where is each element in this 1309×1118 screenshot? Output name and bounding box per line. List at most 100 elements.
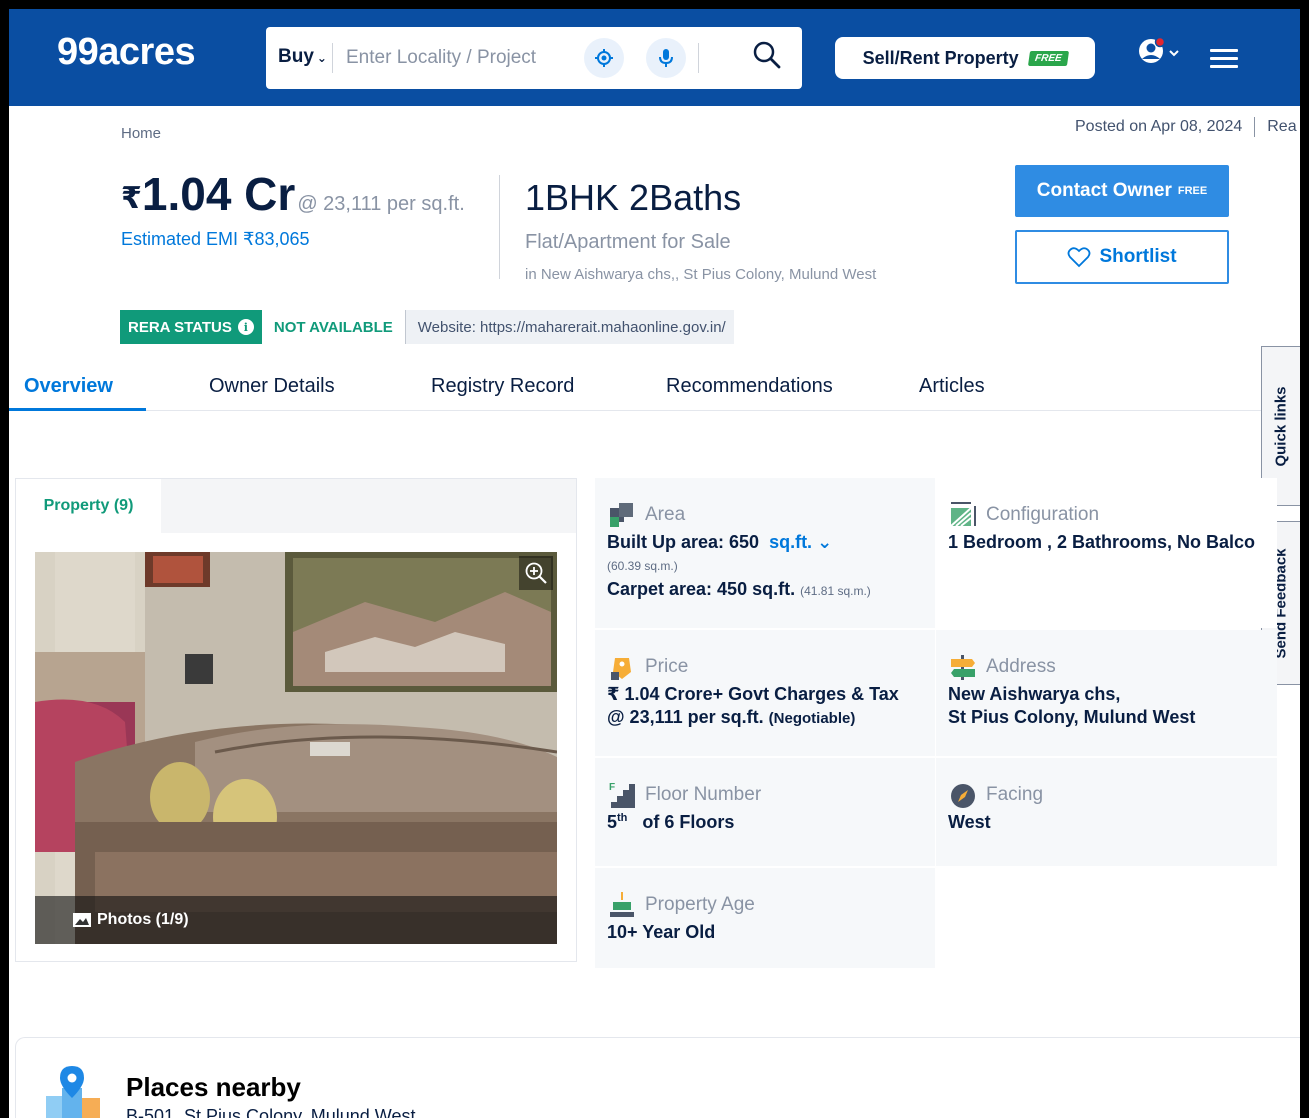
places-nearby-title: Places nearby (126, 1072, 301, 1102)
divider (499, 175, 500, 279)
search-icon (753, 41, 781, 69)
location-buildings-icon (46, 1066, 100, 1118)
voice-search-button[interactable] (646, 38, 686, 78)
facing-value: West (948, 812, 991, 832)
contact-owner-button[interactable]: Contact Owner FREE (1015, 165, 1229, 217)
tab-articles[interactable]: Articles (919, 375, 985, 398)
posted-date-text: Posted on Apr 08, 2024 (1075, 118, 1243, 136)
rera-status-label: RERA STATUS (128, 318, 232, 336)
chevron-down-icon: ⌄ (817, 532, 833, 552)
user-menu-button[interactable] (1137, 36, 1187, 77)
spec-property-age-title: Property Age (645, 894, 755, 915)
property-photo[interactable]: Photos (1/9) (35, 552, 557, 944)
zoom-button[interactable] (519, 556, 553, 590)
microphone-icon (659, 49, 673, 67)
tab-property-photos[interactable]: Property (9) (16, 479, 161, 533)
address-line-2: St Pius Colony, Mulund West (948, 707, 1196, 727)
free-badge: FREE (1177, 185, 1208, 197)
places-nearby-section: Places nearby B-501, St Pius Colony, Mul… (15, 1037, 1300, 1118)
locate-me-button[interactable] (584, 38, 624, 78)
top-navbar: 99acres Buy⌄ Sell/Rent Property FREE (9, 9, 1300, 106)
spec-address-label: Address (948, 652, 1277, 682)
spec-property-age-label: Property Age (607, 890, 935, 920)
quick-links-label: Quick links (1273, 385, 1291, 467)
rera-status-badge[interactable]: RERA STATUS i (120, 310, 262, 344)
spec-floor: F Floor Number 5th of 6 Floors (595, 758, 935, 866)
sell-rent-label: Sell/Rent Property (862, 47, 1019, 68)
compass-icon (951, 784, 975, 808)
listing-title: 1BHK 2Baths (525, 177, 742, 218)
contact-owner-label: Contact Owner (1036, 180, 1172, 201)
address-line-1: New Aishwarya chs, (948, 684, 1121, 704)
living-room-photo (35, 552, 557, 944)
spec-configuration-title: Configuration (986, 504, 1100, 525)
location-target-icon (595, 49, 613, 67)
spec-configuration-label: Configuration (948, 500, 1277, 530)
floor-stairs-icon: F (609, 782, 635, 808)
price-block: ₹1.04 Cr @ 23,111 per sq.ft. (121, 167, 465, 221)
spec-property-age: Property Age 10+ Year Old (595, 868, 935, 968)
user-avatar-icon (1139, 36, 1179, 63)
tab-recommendations[interactable]: Recommendations (666, 375, 833, 398)
shortlist-button[interactable]: Shortlist (1015, 230, 1229, 284)
photos-counter-bar[interactable]: Photos (1/9) (35, 896, 557, 944)
spec-area: Area Built Up area: 650 sq.ft. ⌄ (60.39 s… (595, 478, 935, 628)
spec-facing: Facing West (936, 758, 1277, 866)
search-type-dropdown[interactable]: Buy ⌄ (278, 46, 327, 68)
built-up-area-value: Built Up area: 650 (607, 532, 760, 552)
photos-counter: Photos (1/9) (97, 911, 189, 928)
photo-gallery: Property (9) Photos (1/9) (15, 478, 577, 962)
unit-label: sq.ft. (769, 532, 813, 552)
price-tag-icon (611, 658, 631, 680)
zoom-in-icon (525, 562, 547, 584)
page-frame: 99acres Buy⌄ Sell/Rent Property FREE (0, 0, 1309, 1118)
rera-website-link[interactable]: Website: https://maharerait.mahaonline.g… (406, 310, 734, 344)
gallery-tabs: Property (9) (16, 479, 576, 533)
search-input[interactable] (346, 41, 556, 75)
search-button[interactable] (752, 40, 782, 75)
tab-owner-details[interactable]: Owner Details (209, 375, 335, 398)
spec-floor-label: F Floor Number (607, 780, 935, 810)
info-icon: i (237, 319, 254, 335)
spec-price-title: Price (645, 656, 689, 677)
heart-icon (1068, 247, 1091, 268)
tab-overview[interactable]: Overview (24, 375, 113, 398)
rera-status-value: NOT AVAILABLE (261, 310, 406, 344)
built-up-area-sqm: (60.39 sq.m.) (607, 559, 678, 573)
configuration-icon (950, 502, 976, 527)
area-icon (610, 503, 633, 527)
spec-configuration: Configuration 1 Bedroom , 2 Bathrooms, N… (936, 478, 1277, 628)
search-type-label: Buy (278, 46, 314, 67)
posted-extra-link[interactable]: Rea (1267, 118, 1296, 135)
price-value: ₹ 1.04 Crore+ Govt Charges & Tax (607, 684, 899, 704)
divider (1254, 117, 1256, 137)
spec-area-title: Area (645, 504, 686, 525)
spec-facing-title: Facing (986, 784, 1044, 805)
property-type: Flat/Apartment for Sale (525, 231, 731, 253)
rera-strip: RERA STATUS i NOT AVAILABLE Website: http… (120, 310, 734, 344)
signpost-icon (951, 655, 975, 680)
configuration-value: 1 Bedroom , 2 Bathrooms, No Balco (948, 532, 1256, 552)
cake-icon (610, 892, 634, 917)
estimated-emi-link[interactable]: Estimated EMI ₹83,065 (121, 229, 310, 250)
tab-registry-record[interactable]: Registry Record (431, 375, 574, 398)
sell-rent-property-button[interactable]: Sell/Rent Property FREE (835, 37, 1095, 79)
property-location: in New Aishwarya chs,, St Pius Colony, M… (525, 266, 877, 283)
carpet-area-sqm: (41.81 sq.m.) (800, 584, 871, 598)
breadcrumb[interactable]: Home (121, 125, 161, 142)
listing-price: 1.04 Cr (141, 168, 296, 220)
shortlist-label: Shortlist (1099, 246, 1177, 267)
unit-selector[interactable]: sq.ft. ⌄ (769, 532, 832, 552)
spec-price-label: Price (607, 652, 935, 682)
divider (698, 43, 699, 73)
floor-total: of 6 Floors (642, 812, 735, 832)
search-bar: Buy ⌄ (266, 27, 802, 89)
image-icon (73, 913, 91, 927)
floor-number: 5 (607, 812, 618, 832)
floor-suffix: th (617, 812, 628, 824)
hamburger-menu-icon[interactable] (1210, 49, 1238, 69)
free-badge: FREE (1027, 50, 1069, 66)
spec-floor-title: Floor Number (645, 784, 762, 805)
logo[interactable]: 99acres (57, 31, 196, 74)
currency-symbol: ₹ (121, 182, 142, 215)
